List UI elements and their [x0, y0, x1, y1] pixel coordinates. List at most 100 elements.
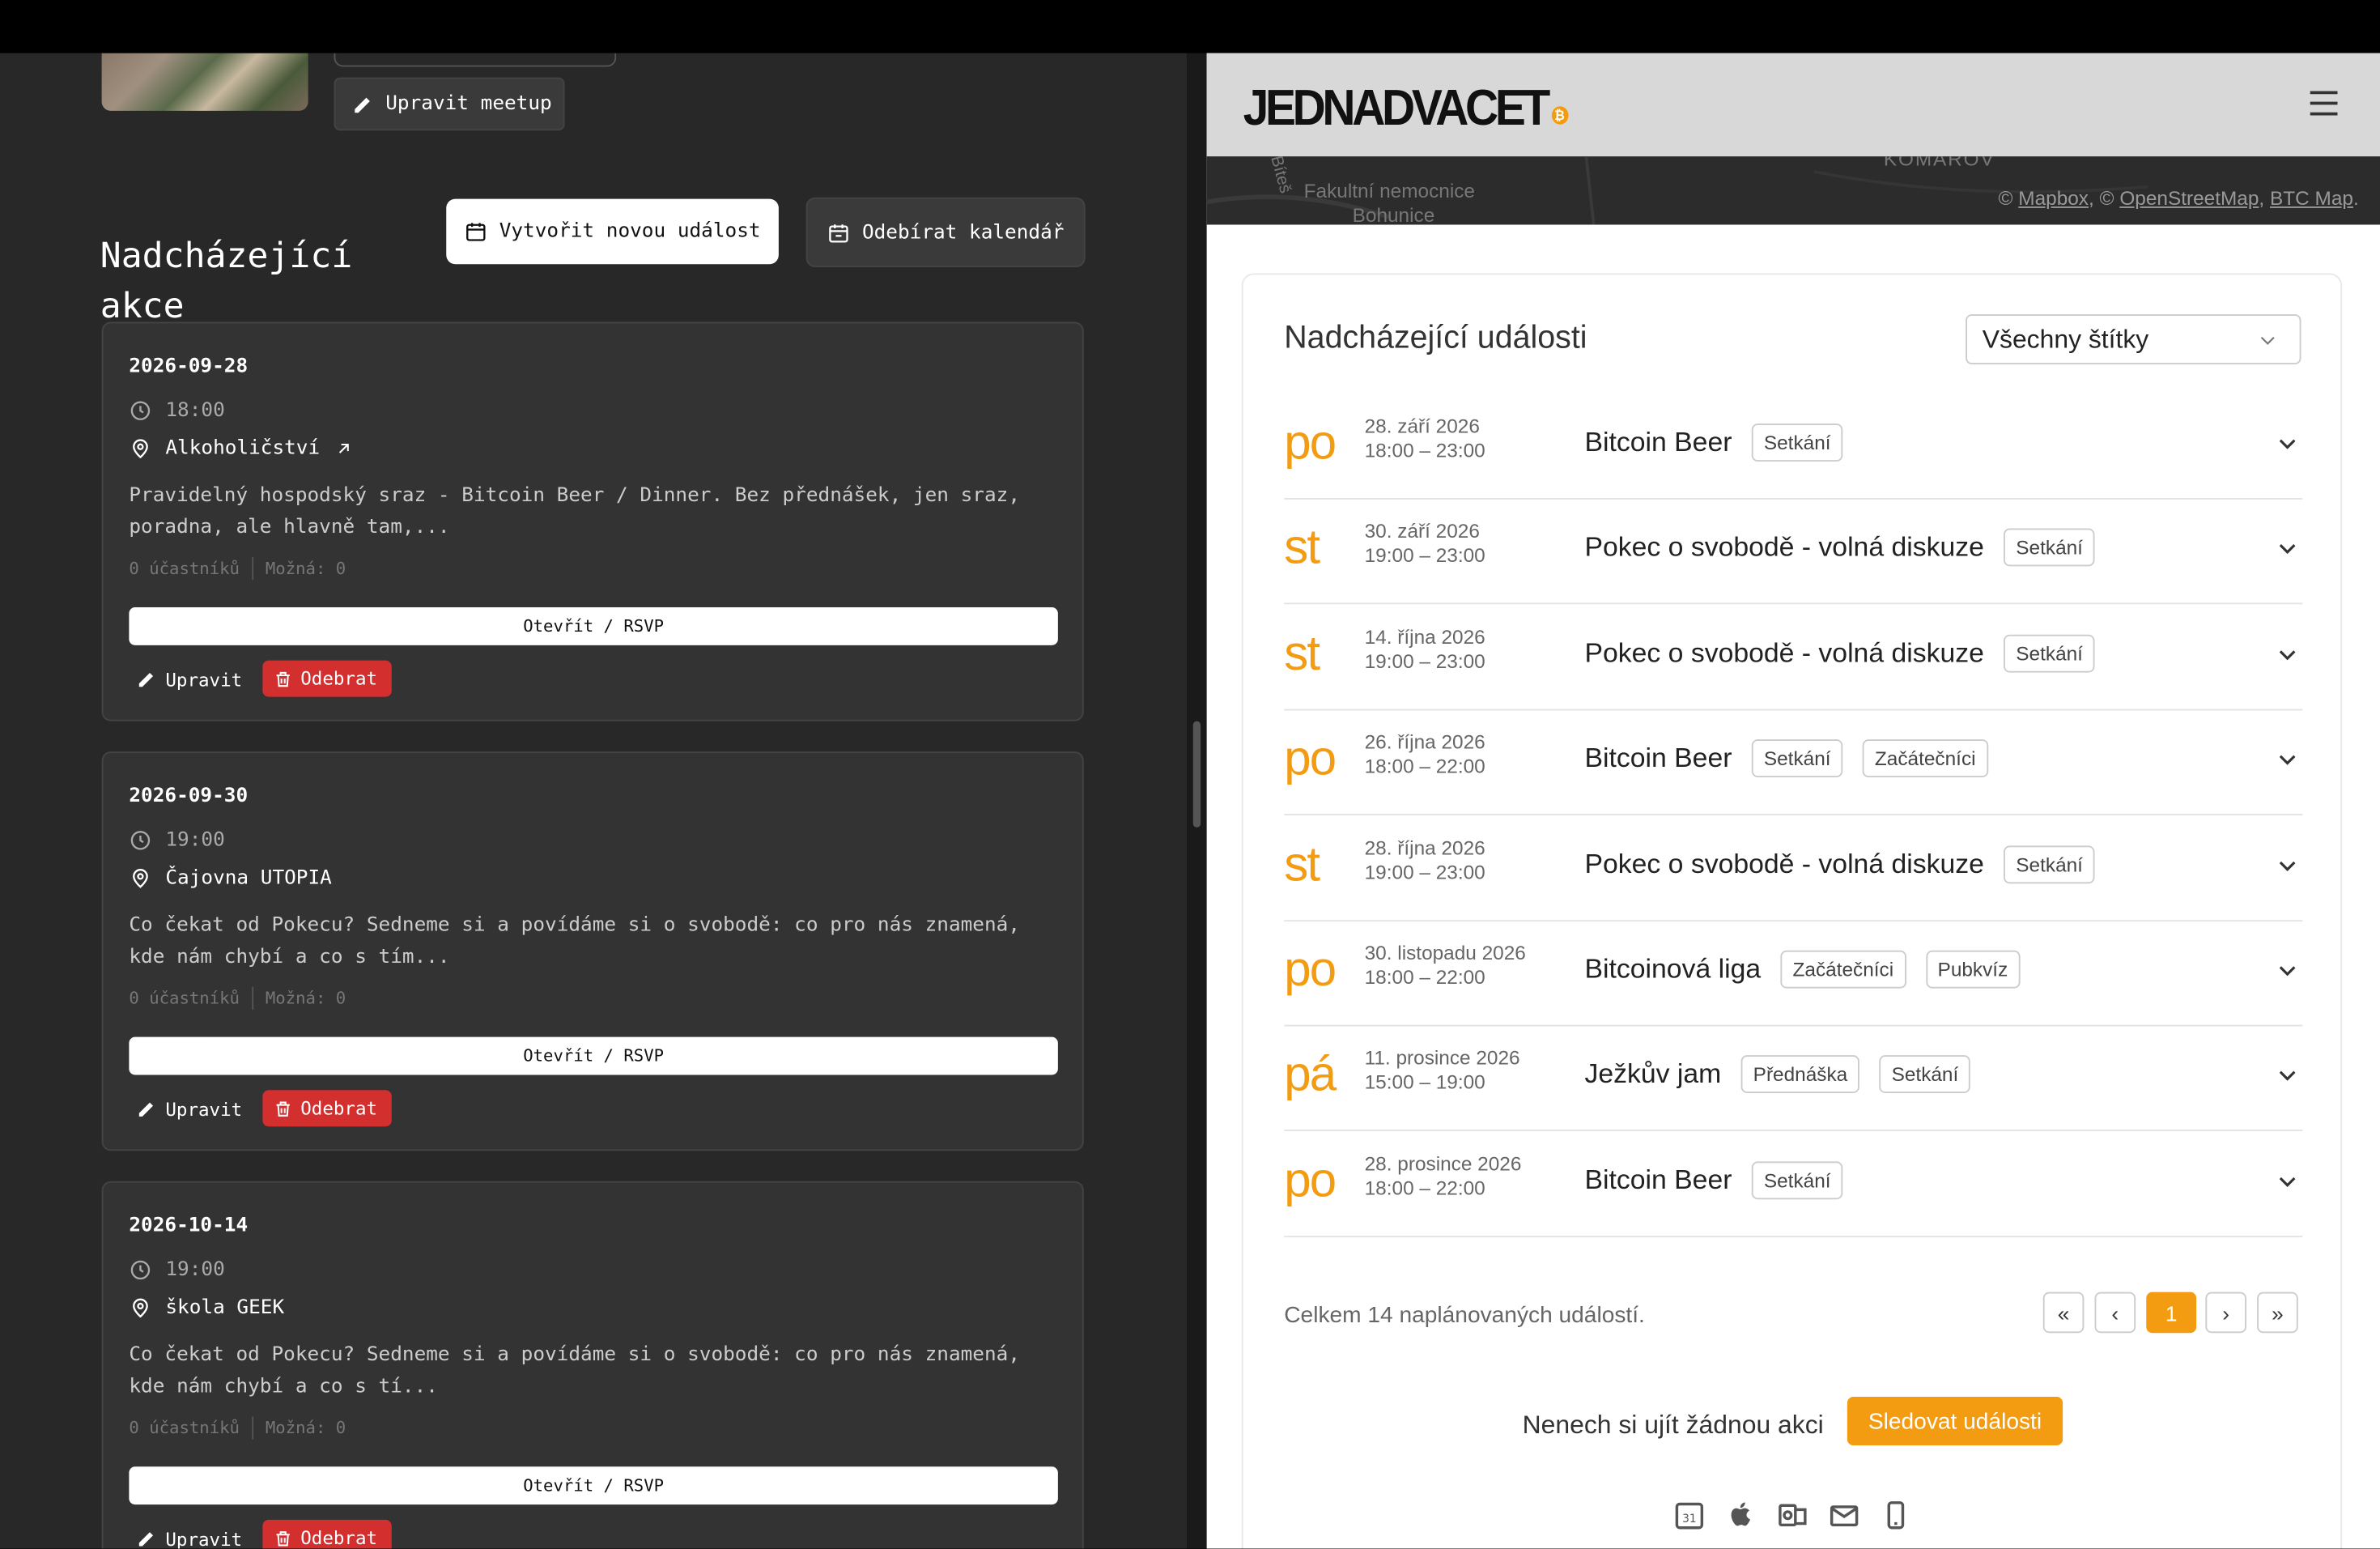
chevron-down-icon[interactable]: [2276, 642, 2300, 666]
event-title[interactable]: Bitcoinová liga: [1585, 954, 1762, 985]
event-row[interactable]: po 30. listopadu 2026 18:00 – 22:00 Bitc…: [1284, 920, 2303, 1027]
chevron-down-icon[interactable]: [2276, 432, 2300, 456]
event-row[interactable]: po 26. října 2026 18:00 – 22:00 Bitcoin …: [1284, 709, 2303, 816]
open-rsvp-button[interactable]: Otevřít / RSVP: [129, 1036, 1058, 1075]
edit-meetup-button[interactable]: Upravit meetup: [334, 77, 565, 131]
menu-icon[interactable]: [2310, 91, 2338, 123]
edit-event-label: Upravit: [165, 1098, 243, 1120]
outlook-icon[interactable]: [1776, 1499, 1809, 1532]
remove-event-button[interactable]: Odebrat: [262, 1519, 391, 1549]
phone-icon[interactable]: [1879, 1499, 1912, 1532]
follow-events-button[interactable]: Sledovat události: [1847, 1397, 2063, 1445]
event-tag[interactable]: Pubkvíz: [1925, 950, 2021, 989]
edit-event-label: Upravit: [165, 668, 243, 691]
event-row[interactable]: st 28. října 2026 19:00 – 23:00 Pokec o …: [1284, 815, 2303, 921]
event-stats: 0 účastníků Možná: 0: [129, 557, 346, 581]
events-panel: Nadcházející události Všechny štítky po …: [1241, 273, 2343, 1549]
trash-icon: [276, 670, 290, 687]
event-description: Co čekat od Pokecu? Sedneme si a povídám…: [129, 1343, 1020, 1398]
event-stats: 0 účastníků Možná: 0: [129, 1416, 346, 1440]
event-location-row: Čajovna UTOPIA: [129, 867, 332, 890]
event-row[interactable]: st 14. října 2026 19:00 – 23:00 Pokec o …: [1284, 604, 2303, 711]
event-date: 28. září 2026: [1364, 414, 1480, 437]
hidden-button-edge: [334, 53, 617, 67]
event-tag[interactable]: Setkání: [2004, 845, 2095, 883]
external-link-icon[interactable]: [334, 439, 353, 458]
osm-link[interactable]: OpenStreetMap: [2119, 187, 2259, 210]
event-location[interactable]: Alkoholičství: [165, 437, 320, 460]
pagination-page-1[interactable]: 1: [2146, 1292, 2197, 1334]
edit-event-label: Upravit: [165, 1528, 243, 1549]
clock-icon: [130, 831, 151, 850]
subscribe-calendar-button[interactable]: Odebírat kalendář: [805, 197, 1086, 267]
event-time: 18:00 – 23:00: [1364, 438, 1485, 462]
edit-event-button[interactable]: Upravit: [137, 1521, 242, 1549]
btcmap-link[interactable]: BTC Map: [2270, 187, 2353, 210]
event-tag[interactable]: Začátečníci: [1862, 739, 1988, 778]
pagination-last[interactable]: »: [2257, 1292, 2298, 1334]
event-row[interactable]: po 28. září 2026 18:00 – 23:00 Bitcoin B…: [1284, 394, 2303, 500]
pagination-next[interactable]: ›: [2205, 1292, 2246, 1334]
event-datetime: 28. září 2026 18:00 – 23:00: [1365, 415, 1485, 463]
pencil-icon: [355, 96, 370, 113]
event-tag[interactable]: Setkání: [1879, 1055, 1971, 1094]
event-row[interactable]: st 30. září 2026 19:00 – 23:00 Pokec o s…: [1284, 499, 2303, 605]
event-tag[interactable]: Setkání: [2004, 529, 2095, 568]
chevron-down-icon[interactable]: [2276, 1063, 2300, 1087]
event-tag[interactable]: Přednáška: [1740, 1055, 1860, 1094]
map[interactable]: Fakultní nemocnice Bohunice KOMÁROV Bíte…: [1206, 156, 2380, 225]
event-card: 2026-09-30 19:00 Čajovna UTOPIA Co čekat…: [101, 751, 1084, 1151]
event-tag[interactable]: Začátečníci: [1780, 950, 1906, 989]
event-tag[interactable]: Setkání: [1751, 423, 1843, 462]
event-title[interactable]: Pokec o svobodě - volná diskuze: [1585, 532, 1984, 564]
event-date: 26. října 2026: [1364, 730, 1485, 754]
split-drag-handle[interactable]: [1192, 721, 1201, 828]
event-row[interactable]: po 28. prosince 2026 18:00 – 22:00 Bitco…: [1284, 1130, 2303, 1237]
total-events-text: Celkem 14 naplánovaných událostí.: [1284, 1302, 1645, 1329]
event-datetime: 11. prosince 2026 15:00 – 19:00: [1365, 1047, 1520, 1096]
event-title[interactable]: Ježkův jam: [1585, 1059, 1722, 1091]
event-title[interactable]: Bitcoin Beer: [1585, 743, 1732, 774]
create-event-button[interactable]: Vytvořit novou událost: [446, 198, 779, 265]
chevron-down-icon[interactable]: [2276, 853, 2300, 877]
site-logo[interactable]: JEDNADVACET ₿: [1243, 79, 1568, 137]
pagination-prev[interactable]: ‹: [2094, 1292, 2136, 1334]
edit-event-button[interactable]: Upravit: [137, 662, 242, 697]
meetup-thumbnail: [101, 53, 308, 111]
event-title[interactable]: Pokec o svobodě - volná diskuze: [1585, 637, 1984, 669]
window-top-bar: [0, 0, 2380, 53]
pagination-first[interactable]: «: [2042, 1292, 2085, 1334]
attr-sep1: , ©: [2089, 186, 2114, 210]
pencil-icon: [138, 1532, 154, 1547]
bitcoin-icon: ₿: [1551, 106, 1568, 125]
event-title-row: Pokec o svobodě - volná diskuze Setkání: [1585, 529, 2095, 568]
tag-filter-select[interactable]: Všechny štítky: [1966, 314, 2301, 364]
calendar-icon: [465, 223, 486, 241]
open-rsvp-button[interactable]: Otevřít / RSVP: [129, 607, 1058, 645]
chevron-down-icon[interactable]: [2276, 958, 2300, 982]
open-rsvp-button[interactable]: Otevřít / RSVP: [129, 1466, 1058, 1505]
remove-event-button[interactable]: Odebrat: [262, 1090, 391, 1127]
event-tag[interactable]: Setkání: [2004, 634, 2095, 673]
edit-event-button[interactable]: Upravit: [137, 1092, 242, 1126]
event-title[interactable]: Bitcoin Beer: [1585, 427, 1732, 458]
chevron-down-icon[interactable]: [2276, 537, 2300, 561]
mapbox-link[interactable]: Mapbox: [2018, 187, 2089, 210]
google-calendar-icon[interactable]: 31: [1672, 1499, 1706, 1532]
create-event-label: Vytvořit novou událost: [499, 219, 761, 243]
pencil-icon: [138, 1102, 154, 1117]
event-title[interactable]: Pokec o svobodě - volná diskuze: [1585, 848, 1984, 879]
event-tag[interactable]: Setkání: [1751, 739, 1843, 778]
event-date: 28. prosince 2026: [1364, 1151, 1522, 1175]
chevron-down-icon[interactable]: [2276, 747, 2300, 772]
event-time: 18:00 – 22:00: [1364, 965, 1485, 989]
event-tag[interactable]: Setkání: [1751, 1160, 1843, 1199]
chevron-down-icon[interactable]: [2276, 1168, 2300, 1193]
event-row[interactable]: pá 11. prosince 2026 15:00 – 19:00 Ježků…: [1284, 1025, 2303, 1132]
apple-icon[interactable]: [1724, 1499, 1757, 1532]
mail-icon[interactable]: [1828, 1499, 1861, 1532]
remove-event-button[interactable]: Odebrat: [262, 660, 391, 697]
map-attribution: © Mapbox, © OpenStreetMap, BTC Map.: [1998, 187, 2358, 210]
participants-count: 0 účastníků: [129, 559, 240, 579]
event-title[interactable]: Bitcoin Beer: [1585, 1164, 1732, 1196]
